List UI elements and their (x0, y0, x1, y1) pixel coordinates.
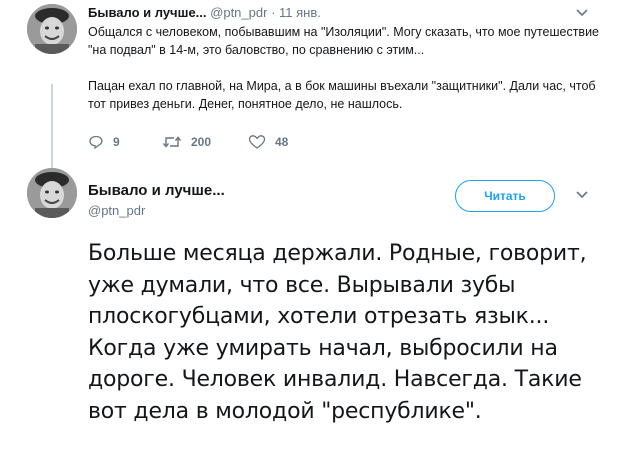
tweet-paragraph: Пацан ехал по главной, на Мира, а в бок … (88, 79, 596, 111)
tweet-text-large: Больше месяца держали. Родные, говорит, … (88, 241, 587, 424)
chevron-down-icon[interactable] (574, 6, 590, 20)
like-button[interactable]: 48 (248, 134, 288, 150)
chevron-down-icon[interactable] (574, 188, 590, 202)
avatar-photo (27, 168, 77, 218)
avatar-photo (27, 4, 77, 54)
author-name[interactable]: Бывало и лучше... (88, 182, 225, 199)
retweet-button[interactable]: 200 (162, 134, 211, 150)
author-handle[interactable]: @ptn_pdr (88, 203, 145, 218)
like-count: 48 (275, 135, 289, 149)
avatar[interactable] (27, 168, 77, 218)
separator-dot: · (271, 5, 276, 20)
tweet-header: Бывало и лучше... @ptn_pdr · 11 янв. (88, 5, 321, 20)
tweet-text: Общался с человеком, побывавшим на "Изол… (88, 23, 608, 113)
avatar[interactable] (27, 4, 77, 54)
author-name[interactable]: Бывало и лучше... (88, 5, 207, 20)
thread-connector-line (51, 84, 53, 168)
reply-button[interactable]: 9 (88, 134, 120, 150)
tweet-timestamp[interactable]: 11 янв. (279, 5, 321, 20)
follow-button[interactable]: Читать (455, 180, 555, 212)
retweet-icon (162, 136, 182, 148)
tweet-paragraph: Общался с человеком, побывавшим на "Изол… (88, 25, 599, 57)
reply-icon (89, 135, 103, 150)
author-handle[interactable]: @ptn_pdr (210, 5, 267, 20)
reply-count: 9 (113, 135, 120, 149)
retweet-count: 200 (191, 135, 212, 149)
like-icon (248, 135, 266, 149)
